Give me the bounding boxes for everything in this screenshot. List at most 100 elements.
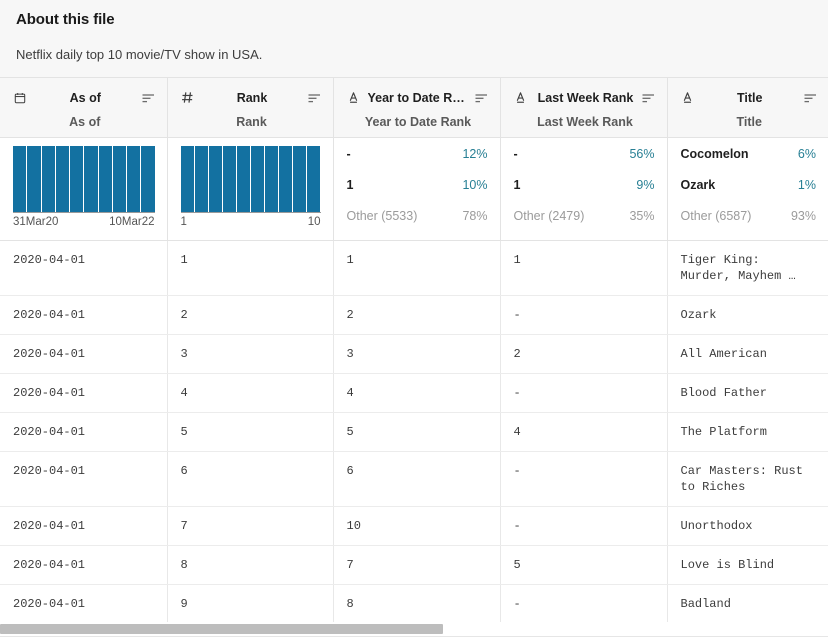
table-cell: - [500,451,668,507]
table-cell: 8 [167,545,334,585]
table-cell: 1 [333,240,501,296]
distribution-row: 1 10% [347,178,488,209]
column-header-subtitle: Rank [236,115,267,129]
panel-bottom-divider [0,636,828,637]
histogram-bar [84,145,98,212]
distribution-label: Other (6587) [680,208,752,223]
table-cell: 7 [167,506,334,546]
table-cell: Blood Father [667,373,828,413]
distribution-percent: 6% [797,146,816,161]
histogram-bar [307,145,321,212]
table-cell: 7 [333,545,501,585]
column-header-rank[interactable]: Rank Rank [167,78,334,138]
table-cell: Ozark [667,295,828,335]
table-cell: The Platform [667,412,828,452]
table-cell: 5 [167,412,334,452]
table-cell: 2020-04-01 [0,334,168,374]
page-title: About this file [16,11,115,28]
table-row[interactable]: 2020-04-01 4 4- Blood Father [0,373,828,413]
table-row[interactable]: 2020-04-01 6 6- Car Masters: Rust to Riches [0,451,828,507]
table-row[interactable]: 2020-04-01 9 8- Badland [0,584,828,622]
table-cell: 5 [500,545,668,585]
table-row[interactable]: 2020-04-01 5 5 4 The Platform [0,412,828,452]
table-cell: 2020-04-01 [0,412,168,452]
column-header-title[interactable]: Title Title [667,78,828,138]
column-header-year-to-date-rank[interactable]: Year to Date Rank Year to Date Rank [333,78,501,138]
table-cell: - [500,506,668,546]
axis-max-label: 10Mar22 [109,215,155,228]
distribution-label: 1 [346,177,354,192]
distribution-label: Other (2479) [513,208,585,223]
table-cell: 1 [500,240,668,296]
table-body: 31Mar20 10Mar22 1 10-12% 1 10% Other (5533) 78%… [0,137,828,622]
table-cell: Love is Blind [667,545,828,585]
sort-icon[interactable] [641,91,657,105]
table-cell: 5 [333,412,501,452]
column-header-top: Last Week Rank [501,78,667,108]
histogram-bar [265,145,279,212]
sort-icon[interactable] [474,91,490,105]
column-header-top: Rank [168,78,333,108]
text-icon [347,91,361,105]
value-distribution: - 56% 1 9% Other (2479) 35% [501,138,667,240]
sort-icon[interactable] [307,91,323,105]
table-cell: - [500,584,668,622]
table-cell: 2 [167,295,334,335]
histogram-bar [222,145,236,212]
table-cell: 8 [333,584,501,622]
distribution-percent: 10% [462,177,488,192]
distribution-row: - 56% [514,147,655,178]
sort-icon[interactable] [141,91,157,105]
table-row[interactable]: 2020-04-01 7 10- Unorthodox [0,506,828,546]
table-row[interactable]: 2020-04-01 3 3 2 All American [0,334,828,374]
column-header-last-week-rank[interactable]: Last Week Rank Last Week Rank [500,78,668,138]
distribution-percent: 93% [790,208,816,223]
calendar-icon [13,91,27,105]
distribution-percent: 9% [636,177,655,192]
distribution-percent: 12% [462,146,488,161]
column-header-as-of[interactable]: As of As of [0,78,168,138]
table-cell: Unorthodox [667,506,828,546]
file-preview-panel: About this file Netflix daily top 10 mov… [0,0,828,639]
table-row[interactable]: 2020-04-01 8 7 5 Love is Blind [0,545,828,585]
table-cell: 4 [333,373,501,413]
histogram-chart: 1 10 [168,138,333,229]
distribution-percent: 35% [629,208,655,223]
histogram-bar [236,145,250,212]
table-cell: 2020-04-01 [0,506,168,546]
histogram-bar [98,145,112,212]
table-cell: - [500,295,668,335]
table-row[interactable]: 2020-04-01 1 1 1 Tiger King: Murder, Mayhem … [0,240,828,296]
distribution-row: Other (6587) 93% [681,209,817,240]
table-cell: 4 [500,412,668,452]
table-cell: 3 [167,334,334,374]
axis-min-label: 31Mar20 [13,215,59,228]
column-header-label: Rank [236,90,268,105]
histogram-bar [41,145,55,212]
table-cell: 2 [333,295,501,335]
histogram-bar [70,145,84,212]
value-distribution: Cocomelon 6% Ozark 1% Other (6587) 93% [668,138,828,240]
horizontal-scrollbar[interactable] [0,623,828,636]
table-cell: 9 [167,584,334,622]
data-table: As of As of Rank Rank Year to Date Rank Year … [0,78,828,622]
hash-icon [181,91,195,105]
column-summary-row: 31Mar20 10Mar22 1 10 - 12% 1 10% Other (5533) 78%… [0,137,828,241]
table-cell: 10 [333,506,501,546]
value-distribution: - 12% 1 10% Other (5533) 78% [334,138,500,240]
horizontal-scrollbar-thumb[interactable] [0,624,443,634]
table-row[interactable]: 2020-04-01 2 2- Ozark [0,295,828,335]
table-cell: 2020-04-01 [0,240,168,296]
column-header-label: Title [737,90,763,105]
column-header-label: As of [69,90,101,105]
file-description: Netflix daily top 10 movie/TV show in US… [16,47,263,62]
table-cell: 6 [333,451,501,507]
table-cell: 2020-04-01 [0,295,168,335]
distribution-label: Other (5533) [346,208,418,223]
distribution-percent: 1% [797,177,816,192]
distribution-percent: 78% [462,208,488,223]
axis-min-label: 1 [180,215,187,228]
data-table-scroll-area[interactable]: As of As of Rank Rank Year to Date Rank Year … [0,78,828,622]
distribution-percent: 56% [629,146,655,161]
sort-icon[interactable] [802,91,818,105]
